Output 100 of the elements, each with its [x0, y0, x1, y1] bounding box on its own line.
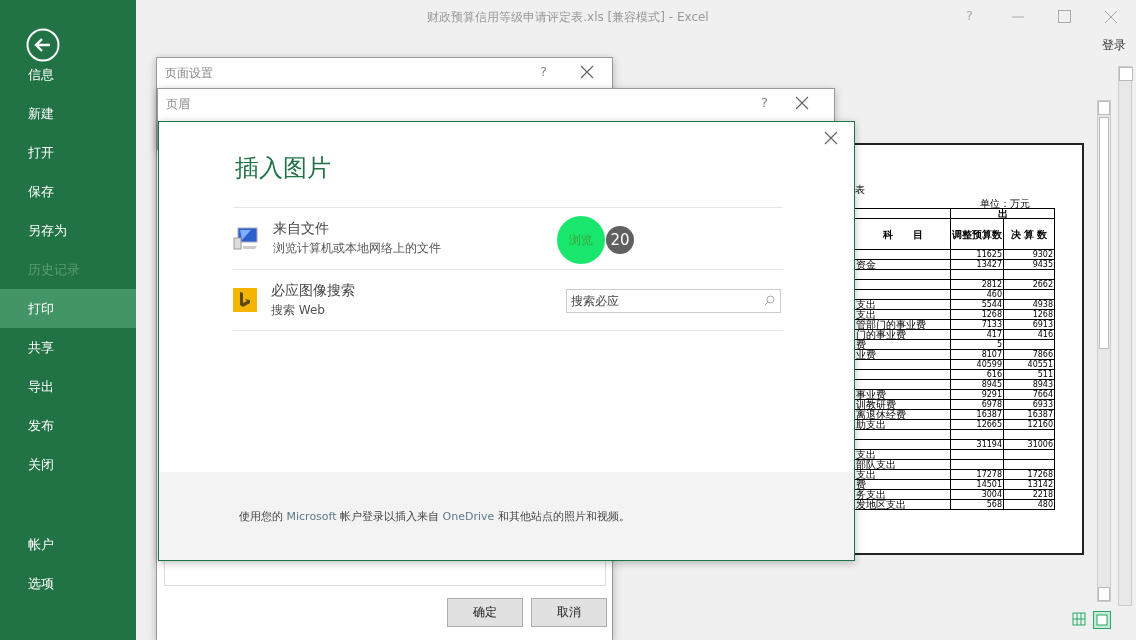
table-cell [1003, 459, 1055, 470]
help-button[interactable]: ? [761, 95, 768, 110]
search-icon[interactable] [764, 295, 775, 306]
table-cell: 事业费 [855, 389, 951, 400]
dialog-title: 插入图片 [235, 153, 331, 184]
normal-view-icon[interactable] [1072, 612, 1086, 626]
maximize-icon[interactable] [1058, 10, 1071, 23]
table-cell: 2218 [1003, 489, 1055, 500]
menu-item[interactable]: 发布 [0, 406, 136, 445]
scrollbar[interactable] [1097, 100, 1111, 602]
table-cell: 4938 [1003, 299, 1055, 310]
table-cell: 16387 [950, 409, 1004, 420]
step-badge: 20 [606, 226, 634, 254]
table-cell: 2662 [1003, 279, 1055, 290]
table-cell: 费 [855, 479, 951, 490]
table-cell: 417 [950, 329, 1004, 340]
menu-item[interactable]: 打开 [0, 133, 136, 172]
table-cell: 7664 [1003, 389, 1055, 400]
table-cell [950, 269, 1004, 280]
table-cell: 511 [1003, 369, 1055, 380]
source-description: 浏览计算机或本地网络上的文件 [273, 240, 441, 257]
cancel-button[interactable]: 取消 [531, 598, 607, 627]
dialog-title: 页眉 [166, 96, 190, 113]
table-cell: 支出 [855, 449, 951, 460]
table-cell: 3004 [950, 489, 1004, 500]
table-cell: 发地区支出 [855, 499, 951, 510]
computer-icon [233, 226, 259, 251]
table-cell: 9435 [1003, 259, 1055, 270]
table-cell: 13427 [950, 259, 1004, 270]
table-cell: 13142 [1003, 479, 1055, 490]
source-description: 搜索 Web [271, 301, 326, 319]
menu-item[interactable]: 新建 [0, 94, 136, 133]
menu-item[interactable]: 导出 [0, 367, 136, 406]
table-cell: 支出 [855, 469, 951, 480]
table-cell: 416 [1003, 329, 1055, 340]
table-cell [950, 449, 1004, 460]
table-cell: 568 [950, 499, 1004, 510]
help-button[interactable]: ? [540, 64, 547, 79]
table-cell: 8107 [950, 349, 1004, 360]
table-cell: 40599 [950, 359, 1004, 370]
table-cell: 2812 [950, 279, 1004, 290]
table-cell: 14501 [950, 479, 1004, 490]
table-cell: 9302 [1003, 249, 1055, 260]
table-cell: 6978 [950, 399, 1004, 410]
back-icon[interactable] [26, 28, 60, 62]
table-cell: 31194 [950, 439, 1004, 450]
table-cell: 9291 [950, 389, 1004, 400]
table-title: 表 [855, 183, 865, 197]
table-cell: 616 [950, 369, 1004, 380]
table-cell [1003, 429, 1055, 440]
table-cell: 17278 [950, 469, 1004, 480]
table-cell: 1268 [950, 309, 1004, 320]
table-cell: 助支出 [855, 419, 951, 430]
dialog-title: 页面设置 [165, 65, 213, 82]
table-cell: 480 [1003, 499, 1055, 510]
table-cell [950, 459, 1004, 470]
column-header: 决 算 数 [1003, 218, 1055, 250]
table-cell: 40551 [1003, 359, 1055, 370]
menu-item[interactable]: 共享 [0, 328, 136, 367]
source-title: 来自文件 [273, 220, 330, 238]
page-view-icon[interactable] [1093, 611, 1111, 629]
table-cell [1003, 449, 1055, 460]
table-cell: 1268 [1003, 309, 1055, 320]
table-cell: 6913 [1003, 319, 1055, 330]
menu-item[interactable]: 保存 [0, 172, 136, 211]
menu-item[interactable]: 信息 [0, 64, 136, 86]
close-icon[interactable] [824, 131, 838, 145]
menu-item[interactable]: 另存为 [0, 211, 136, 250]
unit-label: 单位：万元 [980, 199, 1030, 209]
table-cell: 5 [950, 339, 1004, 350]
search-field[interactable]: 搜索必应 [566, 289, 781, 313]
table-cell: 业费 [855, 349, 951, 360]
table-cell: 8945 [950, 379, 1004, 390]
menu-item[interactable]: 选项 [0, 564, 136, 603]
close-icon[interactable] [580, 65, 594, 79]
source-title: 必应图像搜索 [271, 281, 355, 300]
table-cell: 7133 [950, 319, 1004, 330]
table-cell: 7866 [1003, 349, 1055, 360]
table-cell: 460 [950, 289, 1004, 300]
table-cell: 支出 [855, 299, 951, 310]
table-cell: 6933 [1003, 399, 1055, 410]
sign-in-note: 使用您的 Microsoft 帐户登录以插入来自 OneDrive 和其他站点的照片和视频。 [239, 509, 630, 524]
ok-button[interactable]: 确定 [447, 598, 523, 627]
table-cell: 31006 [1003, 439, 1055, 450]
table-cell: 支出 [855, 309, 951, 320]
table-cell: 5544 [950, 299, 1004, 310]
menu-item[interactable]: 关闭 [0, 445, 136, 484]
table-cell: 11625 [950, 249, 1004, 260]
table-cell: 16387 [1003, 409, 1055, 420]
close-icon[interactable] [795, 96, 809, 110]
bing-icon [233, 288, 257, 312]
window-title: 财政预算信用等级申请评定表.xls [兼容模式] - Excel [427, 9, 709, 26]
menu-item[interactable]: 帐户 [0, 525, 136, 564]
table-cell: 17268 [1003, 469, 1055, 480]
table-cell: 费 [855, 339, 951, 350]
sign-in-link[interactable]: 登录 [1102, 37, 1126, 54]
scrollbar[interactable] [1118, 66, 1132, 606]
menu-item[interactable]: 打印 [0, 289, 136, 328]
column-header: 调整预算数 [950, 218, 1004, 250]
table-cell: 务支出 [855, 489, 951, 500]
